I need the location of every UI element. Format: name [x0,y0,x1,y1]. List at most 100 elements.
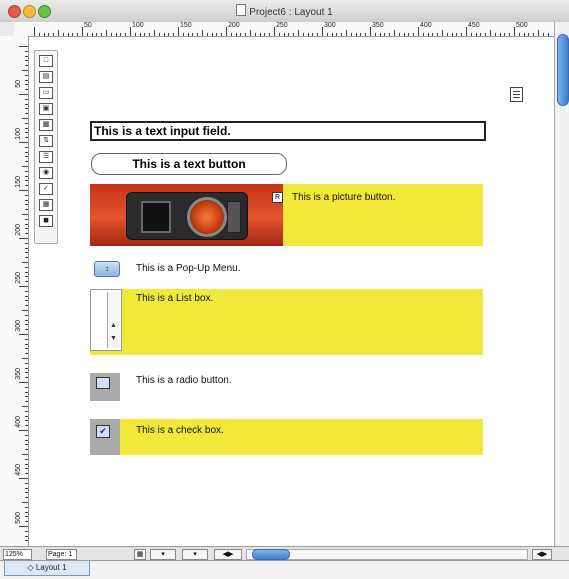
text-button-tool-icon[interactable]: ▤ [39,71,53,83]
ruler-tick [72,33,74,36]
checkmark-icon: ✔ [96,425,110,438]
layout-mode-icon[interactable]: ▦ [134,549,146,560]
grid-tool-icon[interactable]: ▦ [39,199,53,211]
ruler-tick [91,33,93,36]
picture-button-tool-icon[interactable]: ▩ [39,119,53,131]
ruler-label: 200 [228,22,240,29]
ruler-tick [19,526,28,527]
text-button[interactable]: This is a text button [91,153,287,175]
checkbox-tool-icon[interactable]: ✓ [39,183,53,195]
ruler-tick [25,353,28,355]
view-menu-icon[interactable]: ▾ [150,549,176,560]
ruler-label: 100 [132,22,144,29]
ruler-tick [22,502,28,503]
radio-tool-icon[interactable]: ◉ [39,167,53,179]
horizontal-scroll-arrows-icon[interactable]: ◀▶ [532,549,552,560]
ruler-tick [25,458,28,460]
ruler-tick [25,146,28,148]
listbox-tool-icon[interactable]: ☰ [39,151,53,163]
ruler-tick [25,482,28,484]
text-input-tool-icon[interactable]: □ [39,55,53,67]
horizontal-scroll-thumb[interactable] [252,549,290,560]
ruler-tick [25,113,28,115]
vertical-scrollbar[interactable] [554,22,569,546]
ruler-tick [25,530,28,532]
popup-tool-icon[interactable]: ⇅ [39,135,53,147]
ruler-tick [62,33,64,36]
picture-button-badge-icon: R [272,192,283,203]
tab-layout-1[interactable]: ◇ Layout 1 [4,561,90,576]
ruler-tick [25,506,28,508]
ruler-tick [370,27,371,36]
zoom-field[interactable]: 125% [3,549,32,560]
image-tool-icon[interactable]: ◼ [39,215,53,227]
chevron-down-icon[interactable]: ▼ [110,335,117,342]
ruler-tick [96,33,98,36]
navigation-arrows-icon[interactable]: ◀▶ [214,549,242,560]
ruler-tick [25,185,28,187]
ruler-tick [221,33,223,36]
ruler-tick [442,30,443,36]
layout-properties-icon[interactable] [510,87,523,102]
picture-button-image[interactable] [90,184,283,246]
ruler-tick [542,33,544,36]
ruler-tick [25,65,28,67]
page-field[interactable]: Page: 1 [46,549,77,560]
text-input-field[interactable]: This is a text input field. [90,121,486,141]
ruler-tick [365,33,367,36]
ruler-tick [48,33,50,36]
ruler-label: 50 [84,22,92,29]
ruler-tick [19,190,28,191]
ruler-tick [25,372,28,374]
ruler-tick [25,449,28,451]
ruler-tick [82,27,83,36]
ruler-tick [384,33,386,36]
ruler-tick [101,33,103,36]
ruler-label: 300 [15,320,22,332]
radio-button[interactable] [90,373,120,401]
ruler-tick [19,430,28,431]
ruler-tick [168,33,170,36]
list-box-label: This is a List box. [136,293,214,304]
list-box[interactable]: ▲ ▼ [90,289,122,351]
ruler-tick [538,30,539,36]
check-box[interactable]: ✔ [90,419,120,455]
ruler-tick [25,367,28,369]
ruler-label: 500 [15,512,22,524]
ruler-tick [77,33,79,36]
ruler-tick [25,535,28,537]
ruler-tick [25,463,28,465]
ruler-label: 150 [180,22,192,29]
ruler-tick [25,98,28,100]
ruler-tick [25,391,28,393]
vertical-scroll-thumb[interactable] [557,34,569,106]
ruler-label: 250 [15,272,22,284]
popup-menu-label: This is a Pop-Up Menu. [136,263,241,274]
display-menu-icon[interactable]: ▾ [182,549,208,560]
ruler-tick [427,33,429,36]
ruler-tick [25,156,28,158]
ruler-tick [25,247,28,249]
ruler-tick [475,33,477,36]
ruler-tick [403,33,405,36]
list-box-scrollbar[interactable]: ▲ ▼ [107,292,120,348]
ruler-tick [274,27,275,36]
ruler-tick [25,50,28,52]
ruler-tick [211,33,213,36]
ruler-tick [163,33,165,36]
ruler-tick [288,33,290,36]
ruler-tick [264,33,266,36]
ruler-tick [25,103,28,105]
ruler-tick [25,324,28,326]
ruler-tick [115,33,117,36]
ruler-tick [25,386,28,388]
ruler-tick [307,33,309,36]
picture-tool-icon[interactable]: ▣ [39,103,53,115]
ruler-tick [25,276,28,278]
ruler-tick [25,338,28,340]
label-tool-icon[interactable]: ▭ [39,87,53,99]
popup-menu[interactable]: ↕ [94,261,120,277]
ruler-tick [25,305,28,307]
chevron-up-icon[interactable]: ▲ [110,322,117,329]
ruler-label: 100 [15,128,22,140]
